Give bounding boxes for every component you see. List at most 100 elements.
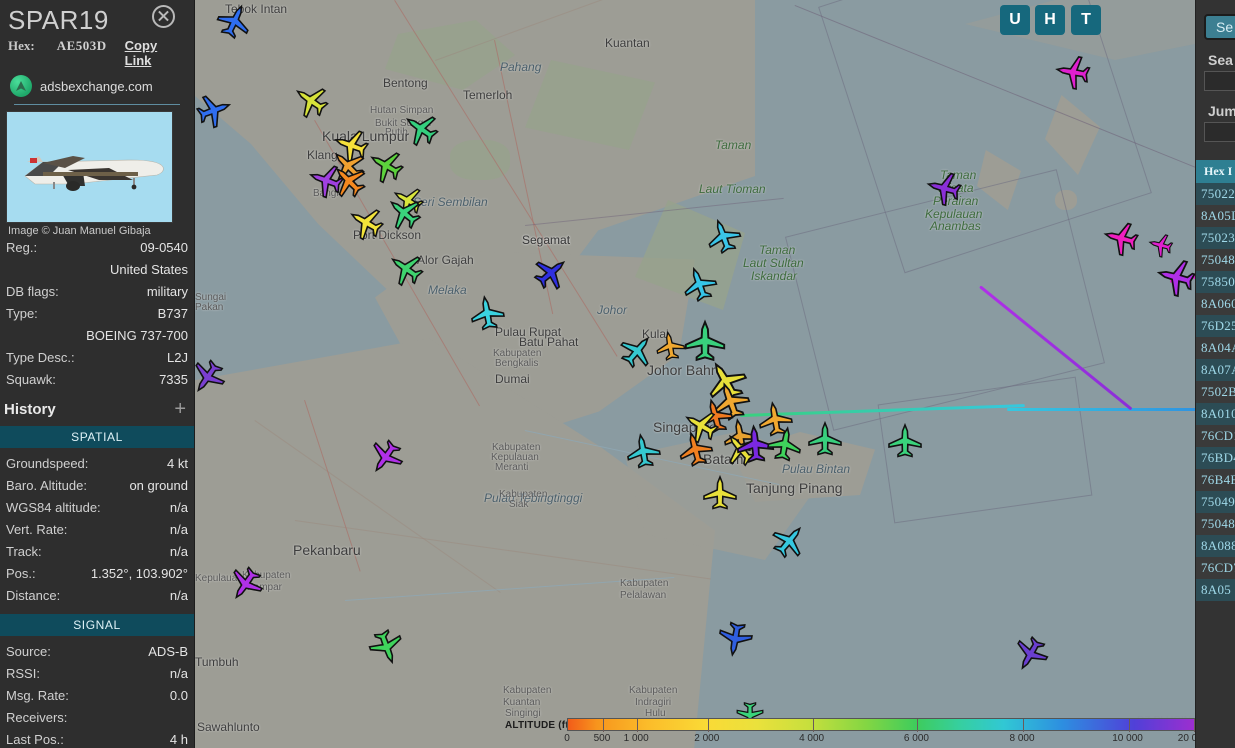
button-t[interactable]: T [1071,5,1101,35]
hex-row[interactable]: 8A07A [1196,359,1235,381]
altitude-tick-label: 6 000 [903,733,929,744]
hex-row[interactable]: 8A088 [1196,535,1235,557]
altitude-tick-label: 10 000 [1112,733,1143,744]
altitude-tick-label: 1 000 [623,733,649,744]
source-row: adsbexchange.com [8,75,186,97]
button-h[interactable]: H [1035,5,1065,35]
info-value: United States [109,262,188,277]
hex-row[interactable]: 8A05D [1196,205,1235,227]
info-key: Squawk: [6,372,56,387]
info-value: n/a [169,666,188,681]
altitude-tick [637,719,639,732]
info-value: BOEING 737-700 [86,328,188,343]
copy-link-button[interactable]: Copy Link [125,38,186,68]
jump-label: Jum [1208,103,1235,119]
signal-list: Source: ADS-B RSSI: n/a Msg. Rate: 0.0 Receive… [0,641,194,748]
info-key: Type Desc.: [6,350,75,365]
aircraft-info-list: Reg.: 09-0540 United States DB flags: milita… [0,237,194,391]
aircraft-info-sidebar: SPAR19 Hex: AE503D Copy Link adsbexchang… [0,0,195,748]
info-value: L2J [167,350,188,365]
altitude-gradient-bar [567,718,1235,732]
info-row: Track: n/a [0,541,194,563]
info-value: 1.352°, 103.902° [90,566,188,581]
info-key: Msg. Rate: [6,688,69,703]
hex-row[interactable]: 76BD4 [1196,447,1235,469]
altitude-tick [602,719,604,732]
info-value: 7335 [159,372,188,387]
source-site-label: adsbexchange.com [40,78,153,94]
info-row: Receivers: [0,707,194,729]
hex-row[interactable]: 8A010 [1196,403,1235,425]
info-key: Groundspeed: [6,456,89,471]
hex-table[interactable]: 750228A05D7502375048758508A06076D258A04A… [1196,183,1235,601]
history-expand-icon[interactable]: + [174,398,186,421]
info-value: B737 [157,306,188,321]
info-row: RSSI: n/a [0,663,194,685]
spatial-list: Groundspeed: 4 kt Baro. Altitude: on ground… [0,453,194,607]
altitude-tick-label: 500 [593,733,611,744]
close-icon[interactable] [152,5,175,28]
hex-row[interactable]: 7502B [1196,381,1235,403]
info-row: Source: ADS-B [0,641,194,663]
altitude-tick-label: 4 000 [799,733,825,744]
info-value: ADS-B [148,644,188,659]
altitude-legend: ALTITUDE (ft) 0 500 1 000 2 000 4 000 6 000 8 … [505,718,1235,746]
hex-row[interactable]: 75023 [1196,227,1235,249]
hex-row[interactable]: 75022 [1196,183,1235,205]
aircraft-photo-wrap: Image © Juan Manuel Gibaja [0,105,194,237]
info-row: Squawk: 7335 [0,369,194,391]
info-key: Baro. Altitude: [6,478,87,493]
altitude-tick-label: 8 000 [1009,733,1035,744]
info-value: on ground [129,478,188,493]
hex-row[interactable]: 76D25 [1196,315,1235,337]
info-key: Source: [6,644,51,659]
info-key: Track: [6,544,42,559]
info-row: DB flags: military [0,281,194,303]
info-value: n/a [169,544,188,559]
info-row: Type: B737 [0,303,194,325]
info-key: Type: [6,306,38,321]
signal-section-header: SIGNAL [0,614,194,636]
info-row: Groundspeed: 4 kt [0,453,194,475]
info-value: n/a [169,500,188,515]
info-row: Baro. Altitude: on ground [0,475,194,497]
altitude-tick [1128,719,1130,732]
info-key: Pos.: [6,566,36,581]
hex-row[interactable]: 75850 [1196,271,1235,293]
aircraft-photo[interactable] [6,111,173,223]
info-value: 4 kt [167,456,188,471]
hex-row[interactable]: 75049 [1196,491,1235,513]
hex-row[interactable]: 76CD7 [1196,557,1235,579]
search-panel[interactable]: Se Sea Jum Hex I 750228A05D7502375048758… [1195,0,1235,748]
hex-row[interactable]: 75048 [1196,513,1235,535]
hex-row[interactable]: 8A05 [1196,579,1235,601]
search-input[interactable] [1204,71,1235,91]
search-button[interactable]: Se [1204,14,1235,40]
hex-row[interactable]: 75048 [1196,249,1235,271]
map-canvas[interactable]: Kuantan Bentong Temerloh Pahang Tebok Intan H… [195,0,1235,748]
info-value: 0.0 [169,688,188,703]
info-value: 4 h [169,732,188,747]
altitude-tick-label: 0 [564,733,570,744]
info-row: Distance: n/a [0,585,194,607]
history-label: History [4,401,56,418]
hex-value: AE503D [56,38,107,53]
info-value: military [146,284,188,299]
sidebar-header: SPAR19 Hex: AE503D Copy Link adsbexchang… [0,0,194,105]
jump-input[interactable] [1204,122,1235,142]
history-section-header[interactable]: History + [0,395,194,426]
hex-row[interactable]: 76CD1 [1196,425,1235,447]
altitude-legend-label: ALTITUDE (ft) [505,720,573,731]
info-value: n/a [169,588,188,603]
info-value: n/a [169,522,188,537]
info-key: Receivers: [6,710,68,725]
hex-row[interactable]: 8A04A [1196,337,1235,359]
hex-row[interactable]: 8A060 [1196,293,1235,315]
divider [14,104,180,105]
info-row: WGS84 altitude: n/a [0,497,194,519]
button-u[interactable]: U [1000,5,1030,35]
info-key: WGS84 altitude: [6,500,101,515]
hex-row[interactable]: 76B4B [1196,469,1235,491]
hex-label: Hex: [8,38,35,53]
altitude-tick-label: 2 000 [694,733,720,744]
